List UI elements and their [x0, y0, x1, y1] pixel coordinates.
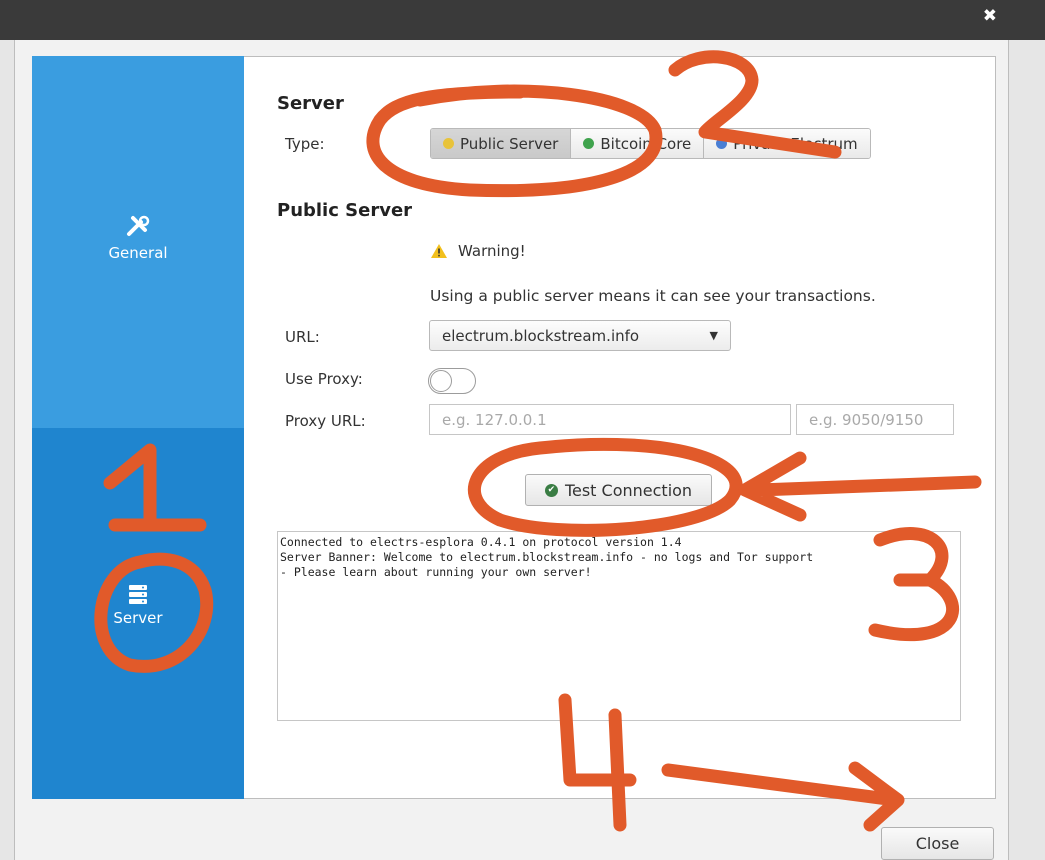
- tools-icon: [127, 215, 150, 236]
- log-line: Connected to electrs-esplora 0.4.1 on pr…: [280, 535, 682, 549]
- server-type-private-electrum[interactable]: Private Electrum: [704, 129, 870, 158]
- url-dropdown-value: electrum.blockstream.info: [442, 327, 640, 345]
- server-type-public[interactable]: Public Server: [431, 129, 572, 158]
- connection-log[interactable]: Connected to electrs-esplora 0.4.1 on pr…: [277, 531, 961, 721]
- warning-text: Using a public server means it can see y…: [430, 287, 876, 305]
- private-electrum-icon: [716, 138, 728, 149]
- window-close-icon[interactable]: ✖: [983, 6, 997, 26]
- type-label: Type:: [285, 135, 325, 153]
- proxy-host-input[interactable]: e.g. 127.0.0.1: [429, 404, 791, 435]
- server-icon: [129, 585, 147, 604]
- server-type-label: Public Server: [460, 134, 559, 153]
- server-type-bitcoin-core[interactable]: Bitcoin Core: [571, 129, 705, 158]
- close-button[interactable]: Close: [881, 827, 994, 860]
- proxy-url-label: Proxy URL:: [285, 412, 366, 430]
- sidebar-item-server[interactable]: Server: [32, 428, 244, 799]
- proxy-port-input[interactable]: e.g. 9050/9150: [796, 404, 954, 435]
- test-connection-label: Test Connection: [564, 480, 693, 500]
- public-server-icon: [443, 138, 454, 149]
- url-dropdown[interactable]: electrum.blockstream.info ▼: [429, 320, 731, 351]
- use-proxy-toggle[interactable]: [428, 368, 476, 394]
- toggle-knob: [430, 370, 452, 392]
- server-type-toggle-group: Public Server Bitcoin Core Private Elect…: [430, 128, 871, 159]
- use-proxy-label: Use Proxy:: [285, 370, 363, 388]
- close-button-label: Close: [915, 834, 960, 853]
- server-heading: Server: [277, 93, 344, 114]
- test-connection-button[interactable]: ✔ Test Connection: [525, 474, 712, 506]
- server-type-label: Private Electrum: [733, 134, 858, 153]
- check-icon: ✔: [544, 483, 558, 497]
- public-server-heading: Public Server: [277, 200, 413, 221]
- warning-title: Warning!: [458, 242, 526, 260]
- url-label: URL:: [285, 328, 320, 346]
- sidebar-item-label: Server: [113, 609, 163, 627]
- bitcoin-core-icon: [583, 138, 595, 149]
- sidebar-item-label: General: [108, 244, 168, 262]
- sidebar: General Server: [32, 56, 244, 799]
- log-line: Server Banner: Welcome to electrum.block…: [280, 550, 814, 564]
- log-line: - Please learn about running your own se…: [280, 565, 592, 579]
- chevron-down-icon: ▼: [709, 329, 718, 342]
- server-type-label: Bitcoin Core: [600, 134, 692, 153]
- window-titlebar: ✖: [0, 0, 1045, 40]
- warning-icon: [431, 244, 447, 258]
- sidebar-item-general[interactable]: General: [32, 56, 244, 428]
